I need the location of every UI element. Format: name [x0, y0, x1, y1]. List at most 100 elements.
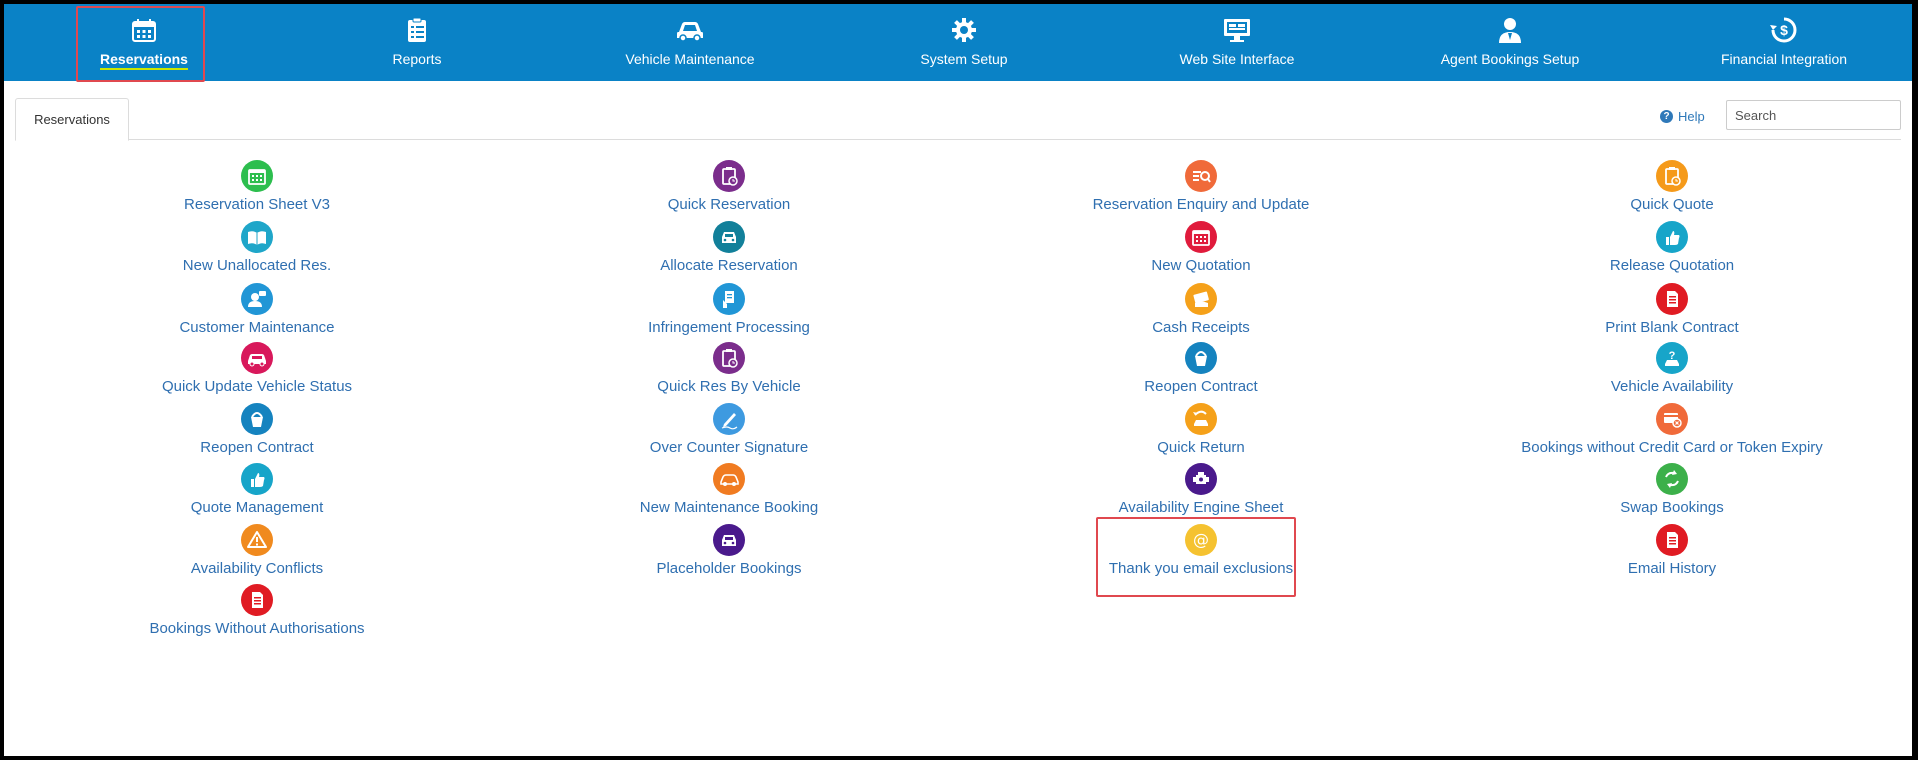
link-label: Reopen Contract	[1144, 378, 1258, 395]
link-label: Email History	[1627, 560, 1717, 577]
link-infringement-processing[interactable]: Infringement Processing	[494, 283, 964, 336]
link-label: Availability Conflicts	[190, 560, 324, 577]
link-new-maintenance-booking[interactable]: New Maintenance Booking	[494, 463, 964, 516]
link-availability-engine-sheet[interactable]: Availability Engine Sheet	[966, 463, 1436, 516]
checklist-icon	[402, 15, 432, 45]
link-cash-receipts[interactable]: Cash Receipts	[966, 283, 1436, 336]
link-quick-update-vehicle-status[interactable]: Quick Update Vehicle Status	[22, 342, 492, 395]
clipboard-clock-icon	[713, 342, 745, 374]
link-quick-res-by-vehicle[interactable]: Quick Res By Vehicle	[494, 342, 964, 395]
bucket-icon	[241, 403, 273, 435]
link-label: Quick Update Vehicle Status	[161, 378, 353, 395]
link-vehicle-availability[interactable]: ? Vehicle Availability	[1437, 342, 1907, 395]
link-new-quotation[interactable]: New Quotation	[966, 221, 1436, 274]
nav-item-financial-integration[interactable]: $ Financial Integration	[1669, 4, 1899, 81]
nav-label: Reports	[392, 51, 442, 67]
link-label: Placeholder Bookings	[656, 560, 802, 577]
nav-label: Reservations	[100, 51, 188, 70]
cash-icon	[1185, 283, 1217, 315]
link-label: Infringement Processing	[648, 319, 810, 336]
question-car-icon: ?	[1656, 342, 1688, 374]
document-icon	[1656, 524, 1688, 556]
link-label: Bookings without Credit Card or Token Ex…	[1521, 439, 1823, 456]
link-reopen-contract[interactable]: Reopen Contract	[22, 403, 492, 456]
car-front-icon	[713, 524, 745, 556]
link-quote-management[interactable]: Quote Management	[22, 463, 492, 516]
thumbs-up-icon	[1656, 221, 1688, 253]
link-quick-return[interactable]: Quick Return	[966, 403, 1436, 456]
document-hand-icon	[713, 283, 745, 315]
link-placeholder-bookings[interactable]: Placeholder Bookings	[494, 524, 964, 577]
nav-item-vehicle-maintenance[interactable]: Vehicle Maintenance	[575, 4, 805, 81]
link-reopen-contract[interactable]: Reopen Contract	[966, 342, 1436, 395]
link-quick-quote[interactable]: Quick Quote	[1437, 160, 1907, 213]
clipboard-clock-icon	[713, 160, 745, 192]
book-icon	[241, 221, 273, 253]
link-allocate-reservation[interactable]: Allocate Reservation	[494, 221, 964, 274]
link-thank-you-email-exclusions[interactable]: @ Thank you email exclusions	[966, 524, 1436, 577]
car-outline-icon	[713, 463, 745, 495]
link-label: Quick Res By Vehicle	[657, 378, 801, 395]
link-new-unallocated-res[interactable]: New Unallocated Res.	[22, 221, 492, 274]
nav-item-reports[interactable]: Reports	[302, 4, 532, 81]
link-bookings-without-authorisations[interactable]: Bookings Without Authorisations	[22, 584, 492, 637]
link-label: Reopen Contract	[200, 439, 314, 456]
bucket-icon	[1185, 342, 1217, 374]
help-link[interactable]: ? Help	[1660, 108, 1705, 124]
link-bookings-without-credit-card-or-token-expiry[interactable]: Bookings without Credit Card or Token Ex…	[1437, 403, 1907, 456]
link-label: New Quotation	[1151, 257, 1251, 274]
thumbs-up-icon	[241, 463, 273, 495]
link-label: Swap Bookings	[1620, 499, 1724, 516]
pen-icon	[713, 403, 745, 435]
link-label: Reservation Enquiry and Update	[1092, 196, 1310, 213]
link-label: Allocate Reservation	[660, 257, 798, 274]
gear-icon	[949, 15, 979, 45]
link-release-quotation[interactable]: Release Quotation	[1437, 221, 1907, 274]
nav-label: Web Site Interface	[1179, 51, 1295, 67]
link-print-blank-contract[interactable]: Print Blank Contract	[1437, 283, 1907, 336]
car-front-icon	[713, 221, 745, 253]
svg-text:$: $	[1780, 22, 1788, 38]
link-email-history[interactable]: Email History	[1437, 524, 1907, 577]
car-icon	[241, 342, 273, 374]
document-icon	[1656, 283, 1688, 315]
nav-item-agent-bookings-setup[interactable]: Agent Bookings Setup	[1395, 4, 1625, 81]
link-availability-conflicts[interactable]: Availability Conflicts	[22, 524, 492, 577]
nav-item-system-setup[interactable]: System Setup	[849, 4, 1079, 81]
link-over-counter-signature[interactable]: Over Counter Signature	[494, 403, 964, 456]
car-icon	[675, 15, 705, 45]
calendar-icon	[129, 15, 159, 45]
search-input[interactable]	[1726, 100, 1901, 130]
link-label: Customer Maintenance	[179, 319, 335, 336]
calendar-grid-icon	[241, 160, 273, 192]
link-label: Quote Management	[190, 499, 324, 516]
tab-reservations[interactable]: Reservations	[15, 98, 129, 141]
link-label: Reservation Sheet V3	[184, 196, 330, 213]
tab-bar: Reservations	[15, 98, 1901, 141]
nav-label: Financial Integration	[1720, 51, 1848, 67]
swap-icon	[1656, 463, 1688, 495]
app-frame: Reservations Reports Vehicle Maintenance…	[4, 4, 1912, 756]
search-list-icon	[1185, 160, 1217, 192]
nav-item-reservations[interactable]: Reservations	[29, 4, 259, 81]
link-label: Over Counter Signature	[649, 439, 809, 456]
link-label: Print Blank Contract	[1605, 319, 1739, 336]
nav-label: System Setup	[920, 51, 1008, 67]
link-quick-reservation[interactable]: Quick Reservation	[494, 160, 964, 213]
link-customer-maintenance[interactable]: Customer Maintenance	[22, 283, 492, 336]
nav-label: Vehicle Maintenance	[625, 51, 755, 67]
document-icon	[241, 584, 273, 616]
top-navigation: Reservations Reports Vehicle Maintenance…	[4, 4, 1912, 82]
link-label: Quick Reservation	[667, 196, 791, 213]
agent-icon	[1495, 15, 1525, 45]
link-reservation-sheet-v3[interactable]: Reservation Sheet V3	[22, 160, 492, 213]
link-label: New Unallocated Res.	[182, 257, 332, 274]
link-reservation-enquiry-and-update[interactable]: Reservation Enquiry and Update	[966, 160, 1436, 213]
link-swap-bookings[interactable]: Swap Bookings	[1437, 463, 1907, 516]
card-x-icon	[1656, 403, 1688, 435]
help-icon: ?	[1660, 109, 1673, 123]
link-label: Bookings Without Authorisations	[149, 620, 365, 637]
nav-item-web-site-interface[interactable]: Web Site Interface	[1122, 4, 1352, 81]
link-label: Quick Return	[1157, 439, 1245, 456]
nav-label: Agent Bookings Setup	[1440, 51, 1580, 67]
